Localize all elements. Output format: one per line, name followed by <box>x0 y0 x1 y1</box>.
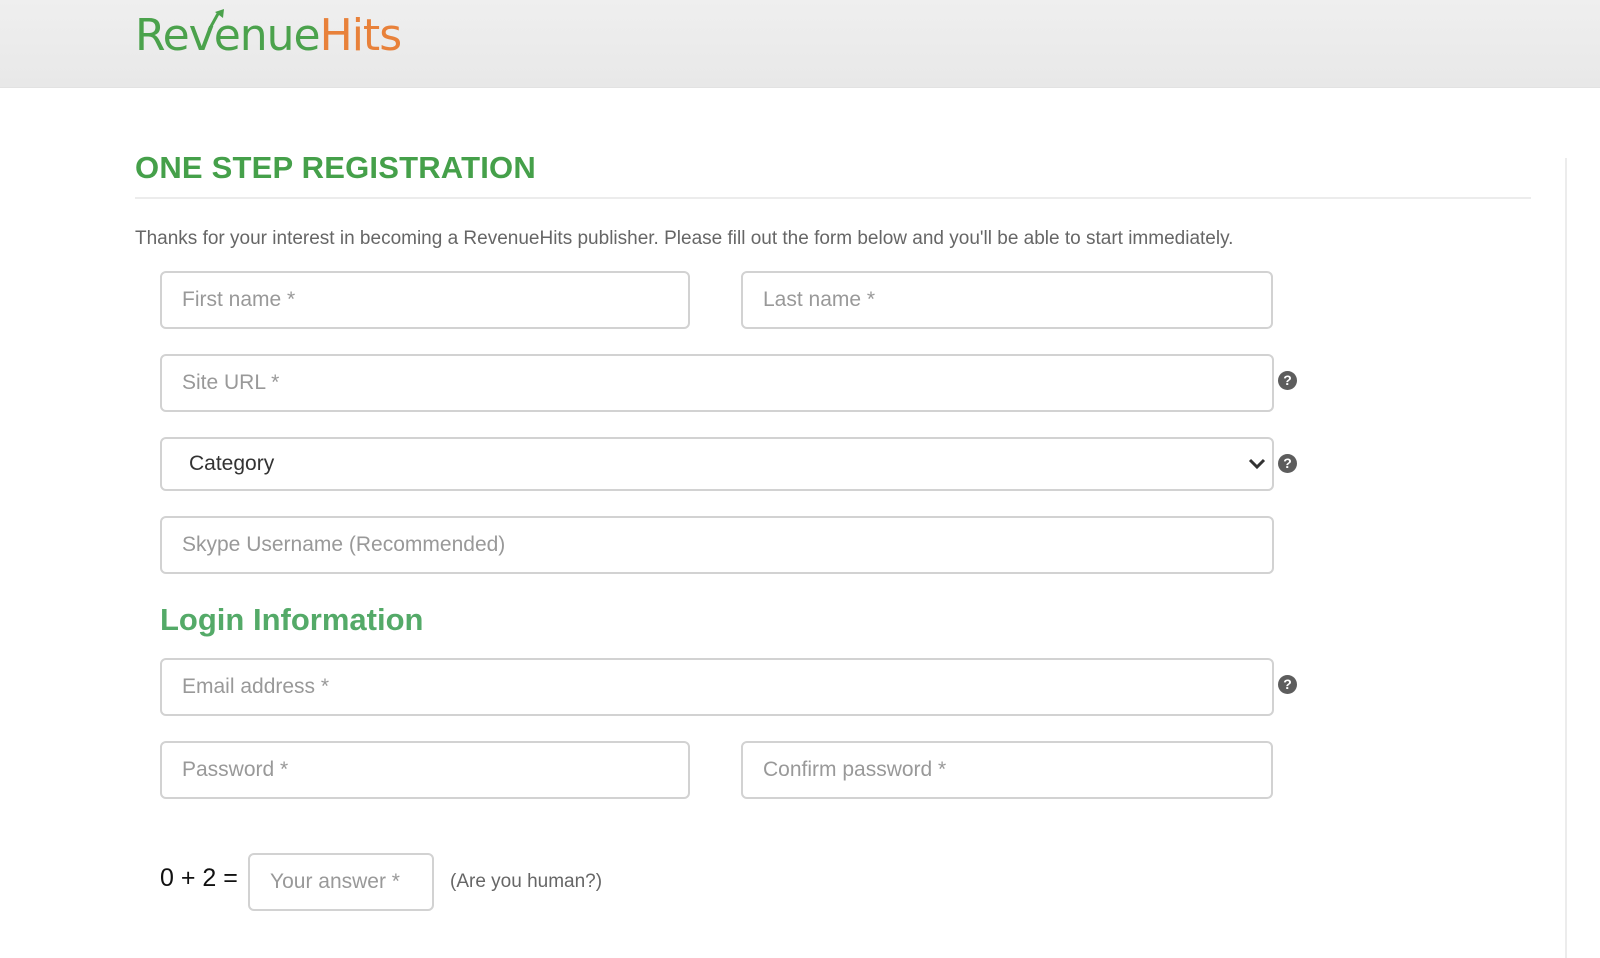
revenuehits-logo[interactable]: RevenueHits <box>135 6 402 66</box>
email-input[interactable] <box>160 658 1274 716</box>
last-name-input[interactable] <box>741 271 1273 329</box>
title-divider <box>135 197 1531 199</box>
captcha-question: 0 + 2 = <box>160 864 238 892</box>
password-input[interactable] <box>160 741 690 799</box>
intro-text: Thanks for your interest in becoming a R… <box>135 228 1234 249</box>
site-url-help-icon[interactable]: ? <box>1278 371 1297 390</box>
captcha-answer-input[interactable] <box>248 853 434 911</box>
logo-text-hits: Hits <box>319 10 402 61</box>
category-select[interactable]: Category <box>160 437 1274 491</box>
category-help-icon[interactable]: ? <box>1278 454 1297 473</box>
confirm-password-input[interactable] <box>741 741 1273 799</box>
captcha-note: (Are you human?) <box>450 871 603 892</box>
logo-arrow-icon <box>207 9 224 31</box>
first-name-input[interactable] <box>160 271 690 329</box>
site-url-input[interactable] <box>160 354 1274 412</box>
category-selected-value: Category <box>189 452 275 475</box>
page-title: ONE STEP REGISTRATION <box>135 150 536 185</box>
header-bar: RevenueHits <box>0 0 1600 88</box>
chevron-down-icon <box>1248 458 1266 470</box>
email-help-icon[interactable]: ? <box>1278 675 1297 694</box>
login-information-heading: Login Information <box>160 602 424 637</box>
right-divider <box>1565 158 1567 958</box>
skype-username-input[interactable] <box>160 516 1274 574</box>
